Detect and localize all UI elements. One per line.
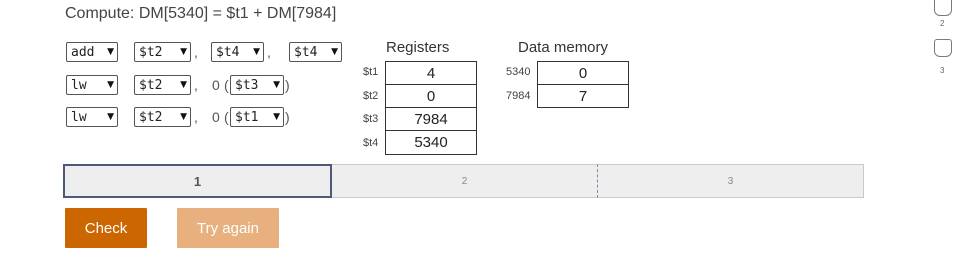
level-3-number: 3 [940,66,945,75]
comma: , [194,44,198,60]
check-button[interactable]: Check [65,208,147,248]
memory-value: 0 [537,61,629,85]
register-value: 0 [385,84,477,108]
chevron-down-icon: ▼ [331,47,338,57]
register-value: 4 [385,61,477,85]
try-again-button[interactable]: Try again [177,208,279,248]
register-label: $t1 [363,66,379,78]
memory-address: 5340 [506,66,531,78]
chevron-down-icon: ▼ [180,47,187,57]
register-value: 5340 [385,130,477,155]
progress-segment-1[interactable]: 1 [63,164,332,198]
base-register-select-3[interactable]: $t1 ▼ [230,107,284,127]
operand-a-select-2[interactable]: $t2 ▼ [134,75,191,95]
operand-a-select-1[interactable]: $t2 ▼ [134,42,191,62]
memory-address: 7984 [506,90,531,102]
level-2-marker-icon[interactable] [934,0,952,16]
operand-c-select-1[interactable]: $t4 ▼ [289,42,342,62]
problem-prompt: Compute: DM[5340] = $t1 + DM[7984] [65,5,337,22]
level-3-marker-icon[interactable] [934,39,952,57]
opcode-select-2[interactable]: lw ▼ [66,75,118,95]
level-2-number: 2 [940,19,945,28]
comma: , [194,109,198,125]
registers-title: Registers [386,39,450,56]
chevron-down-icon: ▼ [107,80,114,90]
data-memory-title: Data memory [518,39,609,56]
chevron-down-icon: ▼ [253,47,260,57]
chevron-down-icon: ▼ [107,112,114,122]
register-label: $t4 [363,137,379,149]
chevron-down-icon: ▼ [107,47,114,57]
progress-bar: 1 2 3 [63,164,864,198]
offset-value: 0 [212,77,220,93]
chevron-down-icon: ▼ [273,112,280,122]
progress-segment-2[interactable]: 2 [332,164,598,198]
offset-value: 0 [212,109,220,125]
base-register-select-2[interactable]: $t3 ▼ [230,75,284,95]
opcode-select-1[interactable]: add ▼ [66,42,118,62]
operand-b-select-1[interactable]: $t4 ▼ [211,42,264,62]
register-label: $t3 [363,113,379,125]
comma: , [194,77,198,93]
comma: , [267,44,271,60]
register-label: $t2 [363,90,379,102]
chevron-down-icon: ▼ [180,80,187,90]
register-value: 7984 [385,107,477,131]
open-paren: ( [224,77,229,93]
opcode-select-3[interactable]: lw ▼ [66,107,118,127]
progress-segment-3[interactable]: 3 [598,164,864,198]
close-paren: ) [285,109,290,125]
memory-value: 7 [537,84,629,108]
chevron-down-icon: ▼ [180,112,187,122]
open-paren: ( [224,109,229,125]
operand-a-select-3[interactable]: $t2 ▼ [134,107,191,127]
close-paren: ) [285,77,290,93]
chevron-down-icon: ▼ [273,80,280,90]
